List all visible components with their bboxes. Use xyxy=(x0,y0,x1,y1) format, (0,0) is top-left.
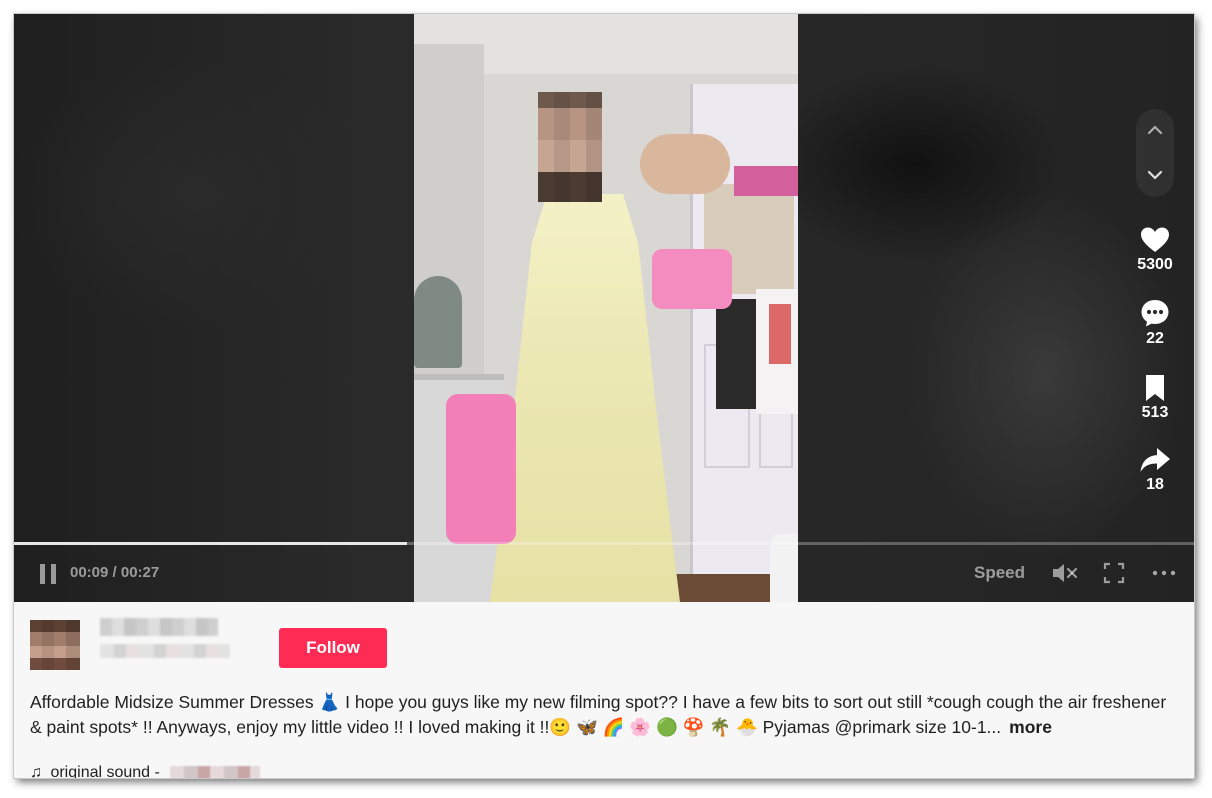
chevron-up-icon[interactable] xyxy=(1145,120,1165,140)
chevron-down-icon[interactable] xyxy=(1145,165,1165,185)
time-display: 00:09 / 00:27 xyxy=(70,564,160,581)
comment-action[interactable]: 22 xyxy=(1124,298,1186,348)
video-player[interactable]: 5300 22 513 18 00:09 / 00:27 Speed xyxy=(14,14,1194,602)
progress-fill xyxy=(14,542,407,545)
bookmark-icon xyxy=(1146,375,1164,401)
pixelated-face xyxy=(538,92,602,202)
like-count: 5300 xyxy=(1137,256,1173,273)
progress-bar[interactable] xyxy=(14,542,1194,545)
like-action[interactable]: 5300 xyxy=(1124,226,1186,274)
post-caption: Affordable Midsize Summer Dresses 👗 I ho… xyxy=(30,690,1180,740)
post-info: Follow Affordable Midsize Summer Dresses… xyxy=(14,602,1194,778)
fullscreen-icon[interactable] xyxy=(1103,562,1125,584)
follow-button[interactable]: Follow xyxy=(279,628,387,668)
save-action[interactable]: 513 xyxy=(1124,374,1186,422)
username-redacted[interactable] xyxy=(100,618,218,636)
comment-icon xyxy=(1141,300,1169,327)
more-link[interactable]: more xyxy=(1009,717,1052,737)
video-frame[interactable] xyxy=(414,14,798,602)
share-action[interactable]: 18 xyxy=(1124,446,1186,494)
speed-button[interactable]: Speed xyxy=(974,563,1025,583)
caption-text: Affordable Midsize Summer Dresses 👗 I ho… xyxy=(30,692,1167,737)
player-controls: 00:09 / 00:27 Speed xyxy=(14,558,1194,588)
share-count: 18 xyxy=(1146,476,1164,493)
video-card: 5300 22 513 18 00:09 / 00:27 Speed Follo… xyxy=(14,14,1194,778)
share-arrow-icon xyxy=(1140,448,1170,472)
music-note-icon: ♫ xyxy=(30,764,42,778)
save-count: 513 xyxy=(1141,404,1169,421)
handle-redacted xyxy=(100,644,230,658)
more-options-icon[interactable] xyxy=(1151,562,1177,584)
heart-icon xyxy=(1141,227,1169,252)
mute-icon[interactable] xyxy=(1051,562,1079,584)
pause-icon[interactable] xyxy=(40,564,56,584)
sound-author-redacted[interactable] xyxy=(170,766,260,778)
sound-label: original sound - xyxy=(50,764,160,778)
sound-link[interactable]: ♫ original sound - xyxy=(30,764,160,778)
avatar[interactable] xyxy=(30,620,80,670)
comment-count: 22 xyxy=(1146,330,1164,347)
